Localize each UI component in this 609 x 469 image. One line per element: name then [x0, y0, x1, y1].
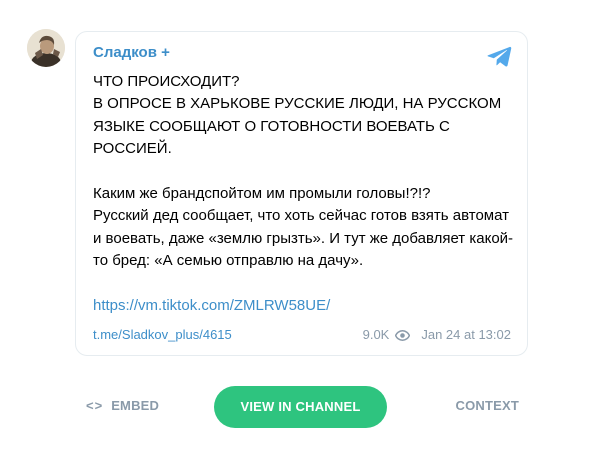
channel-name-link[interactable]: Сладков + — [93, 44, 513, 62]
action-bar: <> EMBED VIEW IN CHANNEL CONTEXT — [0, 386, 609, 428]
context-button[interactable]: CONTEXT — [455, 398, 519, 413]
message-meta: 9.0K Jan 24 at 13:02 — [363, 326, 511, 344]
message-external-link[interactable]: https://vm.tiktok.com/ZMLRW58UE/ — [93, 295, 513, 317]
eye-icon — [395, 329, 411, 341]
views-count: 9.0K — [362, 327, 390, 342]
message-text: ЧТО ПРОИСХОДИТ? В ОПРОСЕ В ХАРЬКОВЕ РУСС… — [93, 73, 514, 270]
message-date: Jan 24 at 13:02 — [421, 327, 511, 342]
embed-label: EMBED — [111, 398, 160, 413]
message-body: Сладков + ЧТО ПРОИСХОДИТ? В ОПРОСЕ В ХАР… — [93, 44, 513, 317]
post-permalink[interactable]: t.me/Sladkov_plus/4615 — [93, 326, 232, 344]
message-footer: t.me/Sladkov_plus/4615 9.0K Jan 24 at 13… — [93, 326, 511, 344]
code-icon: <> — [86, 398, 104, 413]
view-in-channel-button[interactable]: VIEW IN CHANNEL — [214, 386, 387, 428]
embed-button[interactable]: <> EMBED — [86, 398, 159, 413]
telegram-icon[interactable] — [487, 46, 512, 67]
channel-avatar[interactable] — [27, 29, 65, 67]
avatar-photo-icon — [27, 29, 65, 67]
message-card: Сладков + ЧТО ПРОИСХОДИТ? В ОПРОСЕ В ХАР… — [75, 31, 528, 356]
